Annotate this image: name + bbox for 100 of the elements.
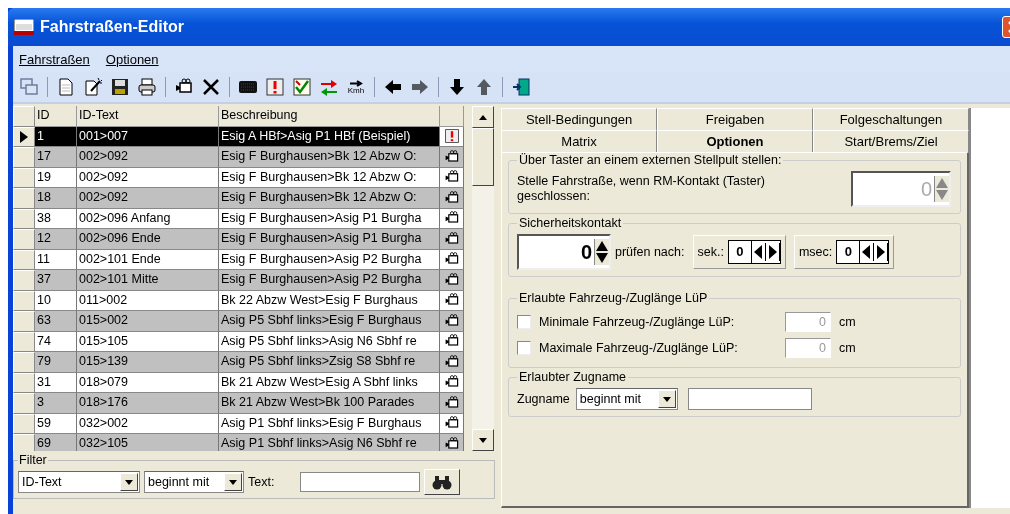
- table-row[interactable]: 59 032>002 Asig P1 Sbhf links>Esig F Burghaus: [13, 413, 464, 434]
- table-cell: 001>007: [77, 126, 219, 147]
- table-row[interactable]: 12 002>096 Ende Esig F Burghausen>Asig P1 Burgha: [13, 229, 464, 250]
- scroll-down-icon[interactable]: [479, 437, 487, 443]
- table-row[interactable]: 19 002>092 Esig F Burghausen>Bk 12 Abzw O:: [13, 167, 464, 188]
- current-row-icon: [20, 130, 28, 143]
- table-row[interactable]: 18 002>092 Esig F Burghausen>Bk 12 Abzw O:: [13, 188, 464, 209]
- table-row[interactable]: 10 011>002 Bk 22 Abzw West>Esig F Burghaus: [13, 290, 464, 311]
- text-field[interactable]: [300, 472, 421, 492]
- checkbox[interactable]: [517, 341, 531, 355]
- stepper-field[interactable]: 0: [836, 240, 890, 264]
- group-label: Filter: [18, 453, 48, 467]
- table-cell: 38: [35, 208, 77, 229]
- column-header[interactable]: Beschreibung: [219, 106, 440, 127]
- step-left-icon[interactable]: [860, 243, 875, 261]
- camera-icon[interactable]: [443, 230, 460, 247]
- camera-icon[interactable]: [443, 394, 460, 411]
- exit-door-icon: [511, 77, 531, 97]
- table-cell: 17: [35, 147, 77, 168]
- dropdown[interactable]: beginnt mit: [575, 388, 678, 410]
- table-cell: Asig P1 Sbhf links>Esig F Burghaus: [219, 413, 440, 434]
- stepper-field[interactable]: 0: [727, 240, 781, 264]
- option-label: Stelle Fahrstraße, wenn RM-Kontakt (Taster) geschlossen:: [517, 174, 766, 204]
- speed-button[interactable]: Kmh: [344, 75, 368, 99]
- tab[interactable]: Matrix: [501, 130, 657, 152]
- table-cell: Bk 21 Abzw West>Bk 100 Parades: [219, 393, 440, 414]
- table-cell: 018>176: [77, 393, 219, 414]
- table-cell: 011>002: [77, 290, 219, 311]
- text-field[interactable]: [687, 388, 812, 410]
- menu-item[interactable]: Optionen: [105, 51, 159, 67]
- warning-button[interactable]: [263, 75, 287, 99]
- column-header[interactable]: ID: [35, 106, 77, 127]
- tab[interactable]: Freigaben: [657, 108, 813, 130]
- spin-up-icon[interactable]: [595, 239, 609, 252]
- scrollbar[interactable]: [472, 106, 494, 451]
- camera-icon[interactable]: [443, 189, 460, 206]
- tab[interactable]: Start/Brems/Ziel: [813, 130, 969, 152]
- table-cell: 002>092: [77, 167, 219, 188]
- table-cell: Esig F Burghausen>Asig P2 Burgha: [219, 270, 440, 291]
- checklist-icon: [292, 77, 312, 97]
- table-row[interactable]: 37 002>101 Mitte Esig F Burghausen>Asig P2 Burgha: [13, 270, 464, 291]
- search-button[interactable]: [424, 469, 461, 495]
- scroll-thumb[interactable]: [472, 128, 494, 186]
- table-row[interactable]: 38 002>096 Anfang Esig F Burghausen>Asig P1 Burgha: [13, 208, 464, 229]
- spin-field[interactable]: 0: [517, 234, 611, 270]
- camera-icon[interactable]: [443, 435, 460, 451]
- scroll-up-icon[interactable]: [479, 114, 487, 120]
- unit-label: cm: [839, 341, 856, 355]
- table-cell: 015>139: [77, 352, 219, 373]
- table-cell: 002>092: [77, 147, 219, 168]
- table-cell: Bk 21 Abzw West>Esig A Sbhf links: [219, 372, 440, 393]
- table-row[interactable]: 1 001>007 Esig A HBf>Asig P1 HBf (Beispiel): [13, 126, 464, 147]
- group-label: Sicherheitskontakt: [518, 216, 623, 230]
- table-cell: 015>105: [77, 331, 219, 352]
- table-row[interactable]: 69 032>105 Asig P1 Sbhf links>Asig N6 Sbhf re: [13, 434, 464, 451]
- step-right-icon[interactable]: [874, 243, 889, 261]
- checklist-button[interactable]: [290, 75, 314, 99]
- window-title: Fahrstraßen-Editor: [40, 18, 185, 36]
- table-cell: 12: [35, 229, 77, 250]
- camera-icon[interactable]: [443, 312, 460, 329]
- column-header[interactable]: ID-Text: [77, 106, 219, 127]
- table-cell: Asig P1 Sbhf links>Asig N6 Sbhf re: [219, 434, 440, 451]
- table-row[interactable]: 31 018>079 Bk 21 Abzw West>Esig A Sbhf links: [13, 372, 464, 393]
- table-row[interactable]: 11 002>101 Ende Esig F Burghausen>Asig P2 Burgha: [13, 249, 464, 270]
- menu-item[interactable]: Fahrstraßen: [19, 51, 90, 67]
- delete-icon: [201, 77, 221, 97]
- table-cell: 19: [35, 167, 77, 188]
- table-cell: 63: [35, 311, 77, 332]
- table-cell: Esig F Burghausen>Asig P2 Burgha: [219, 249, 440, 270]
- checkbox[interactable]: [517, 315, 531, 329]
- table-cell: 002>101 Ende: [77, 249, 219, 270]
- tab[interactable]: Folgeschaltungen: [813, 108, 969, 130]
- table-row[interactable]: 3 018>176 Bk 21 Abzw West>Bk 100 Parades: [13, 393, 464, 414]
- camera-icon[interactable]: [443, 353, 460, 370]
- tab[interactable]: Stell-Bedingungen: [501, 108, 657, 130]
- table-cell: 59: [35, 413, 77, 434]
- warning-icon: [265, 77, 285, 97]
- table-row[interactable]: 17 002>092 Esig F Burghausen>Bk 12 Abzw O:: [13, 147, 464, 168]
- group-label: Über Taster an einem externen Stellpult stellen:: [518, 153, 783, 167]
- field-label: Zugname: [517, 392, 570, 406]
- table-cell: 002>092: [77, 188, 219, 209]
- arrow-icon: [349, 79, 363, 87]
- swap-arrows-icon: [319, 77, 339, 97]
- table-cell: 74: [35, 331, 77, 352]
- camera-icon[interactable]: [443, 271, 460, 288]
- dropdown[interactable]: ID-Text: [18, 471, 140, 493]
- table-cell: 018>079: [77, 372, 219, 393]
- tab[interactable]: Optionen: [657, 130, 813, 152]
- table-row[interactable]: 79 015>139 Asig P5 Sbhf links>Zsig S8 Sbhf re: [13, 352, 464, 373]
- printer-button[interactable]: [135, 75, 159, 99]
- table-row[interactable]: 63 015>002 Asig P5 Sbhf links>Esig F Burghaus: [13, 311, 464, 332]
- spin-down-icon[interactable]: [595, 252, 609, 265]
- table-cell: Esig F Burghausen>Asig P1 Burgha: [219, 208, 440, 229]
- table-row[interactable]: 74 015>105 Asig P5 Sbhf links>Asig N6 Sbhf re: [13, 331, 464, 352]
- camera-icon[interactable]: [443, 148, 460, 165]
- dropdown[interactable]: beginnt mit: [144, 471, 244, 493]
- right-arrow-icon: [410, 77, 430, 97]
- warning-icon[interactable]: [443, 128, 460, 145]
- table-cell: Asig P5 Sbhf links>Asig N6 Sbhf re: [219, 331, 440, 352]
- table-cell: 18: [35, 188, 77, 209]
